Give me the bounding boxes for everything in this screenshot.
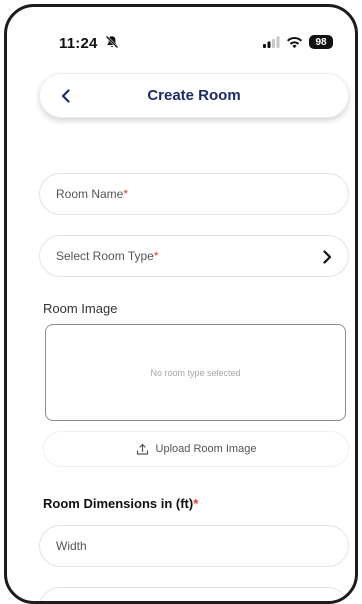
room-image-label: Room Image <box>43 301 118 316</box>
width-input[interactable] <box>56 539 348 553</box>
required-mark: * <box>123 187 129 201</box>
battery-icon: 98 <box>309 35 333 49</box>
required-mark: * <box>193 496 199 511</box>
width-field[interactable] <box>39 525 349 567</box>
room-name-placeholder: Room Name <box>56 187 124 201</box>
wifi-icon <box>287 36 302 48</box>
header-bar: Create Room <box>39 73 349 118</box>
signal-icon <box>263 36 280 48</box>
bell-slash-icon <box>105 35 119 49</box>
upload-room-image-button[interactable]: Upload Room Image <box>43 431 349 467</box>
status-time: 11:24 <box>59 35 98 52</box>
room-dimensions-label: Room Dimensions in (ft)* <box>43 496 198 511</box>
room-name-field[interactable]: Room Name * <box>39 173 349 215</box>
chevron-right-icon <box>323 250 332 264</box>
status-indicators: 98 <box>262 34 333 50</box>
room-dimensions-label-text: Room Dimensions in (ft) <box>43 496 194 511</box>
upload-icon <box>136 443 148 455</box>
status-bar: 11:24 98 <box>7 7 355 65</box>
required-mark: * <box>153 249 159 263</box>
room-image-preview: No room type selected <box>45 324 346 421</box>
room-image-empty-text: No room type selected <box>150 367 241 378</box>
room-type-select[interactable]: Select Room Type * <box>39 235 349 277</box>
room-type-placeholder: Select Room Type <box>56 249 154 263</box>
upload-button-label: Upload Room Image <box>155 443 257 455</box>
page-title: Create Room <box>147 87 241 104</box>
phone-frame: 11:24 98 Create Room Room Name * Select … <box>4 4 358 604</box>
